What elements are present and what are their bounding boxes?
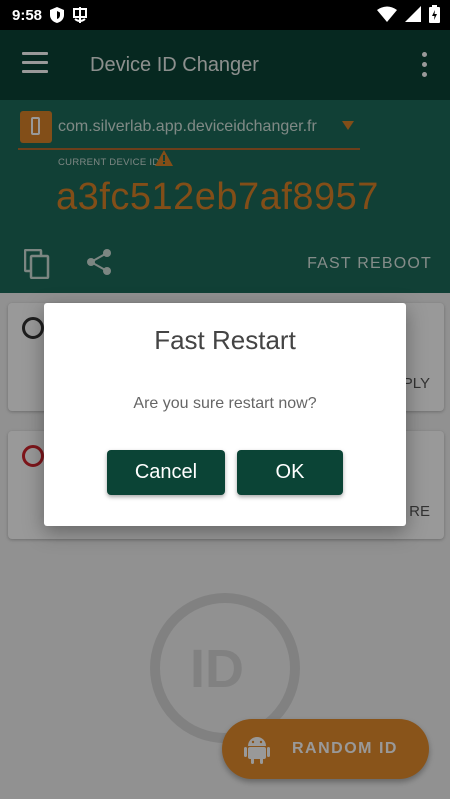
- fast-restart-dialog: Fast Restart Are you sure restart now? C…: [44, 303, 406, 526]
- status-right-icons: [377, 5, 440, 23]
- dialog-message: Are you sure restart now?: [133, 395, 317, 412]
- shield-icon: [50, 7, 65, 23]
- ok-button[interactable]: OK: [237, 450, 343, 495]
- notification-app-icon: [73, 7, 88, 23]
- status-left-icons: [50, 7, 88, 23]
- signal-icon: [405, 6, 421, 22]
- status-time: 9:58: [12, 6, 43, 24]
- cancel-button[interactable]: Cancel: [107, 450, 225, 495]
- wifi-icon: [377, 6, 397, 22]
- status-bar: 9:58: [0, 0, 450, 30]
- battery-icon: [429, 5, 440, 23]
- dialog-title: Fast Restart: [154, 325, 296, 355]
